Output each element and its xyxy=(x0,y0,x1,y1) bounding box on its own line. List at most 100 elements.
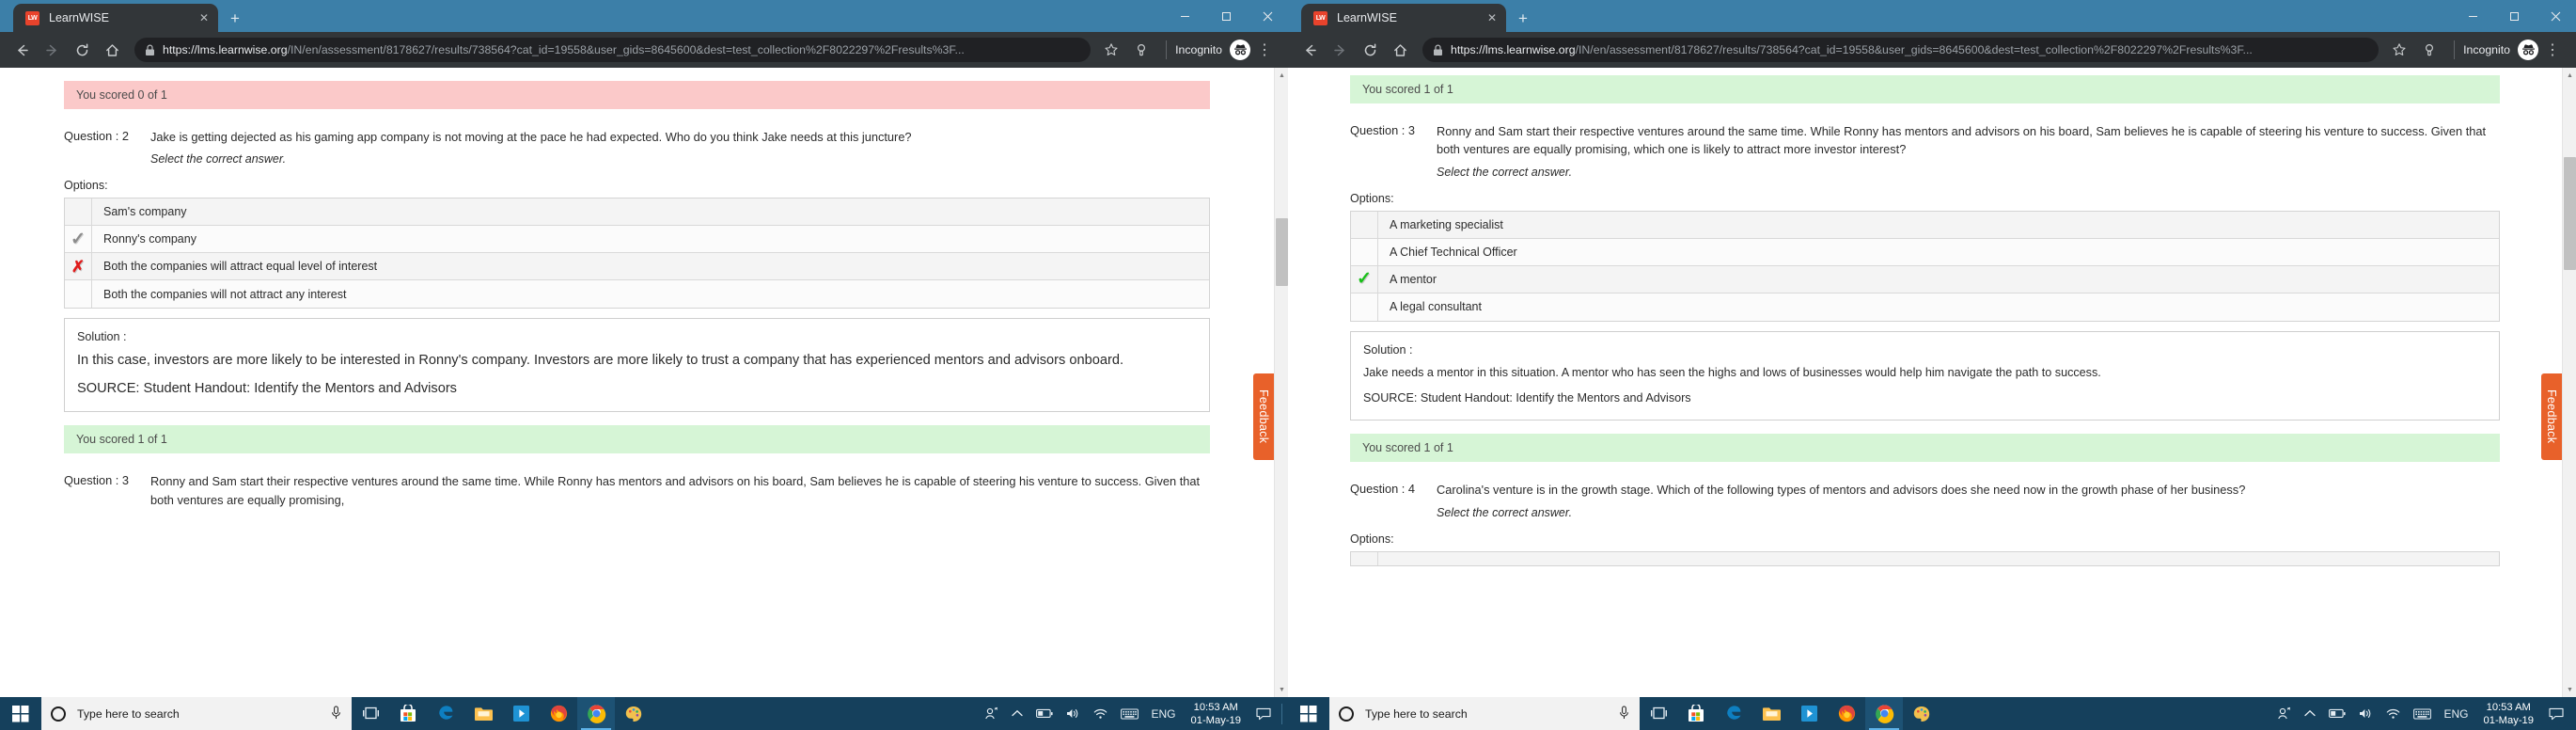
paint-icon[interactable] xyxy=(615,697,652,730)
battery-icon[interactable] xyxy=(1035,708,1053,719)
question-number-label: Question : 2 xyxy=(64,129,130,143)
people-icon[interactable] xyxy=(984,706,998,721)
forward-icon[interactable] xyxy=(38,36,66,64)
firefox-icon[interactable] xyxy=(540,697,577,730)
language-indicator[interactable]: ENG xyxy=(2444,707,2469,721)
google-chrome-icon[interactable] xyxy=(577,697,615,730)
option-row[interactable]: A marketing specialist xyxy=(1351,211,2499,239)
page-scrollbar-right[interactable]: ▲ ▼ xyxy=(2562,68,2576,697)
taskbar-clock[interactable]: 10:53 AM 01-May-19 xyxy=(2484,701,2534,727)
close-tab-icon[interactable]: ✕ xyxy=(1484,11,1500,24)
option-row[interactable] xyxy=(1351,551,2499,565)
extension-icon[interactable] xyxy=(2415,36,2443,64)
option-row[interactable]: ✓ A mentor xyxy=(1351,265,2499,294)
page-scrollbar-left[interactable]: ▲ ▼ xyxy=(1274,68,1288,697)
taskbar-search-box[interactable]: Type here to search xyxy=(41,697,352,730)
action-center-icon[interactable] xyxy=(2549,707,2564,721)
start-button[interactable] xyxy=(1288,697,1329,730)
toolbar-divider xyxy=(2454,40,2456,59)
scrollbar-thumb[interactable] xyxy=(2564,157,2576,270)
language-indicator[interactable]: ENG xyxy=(1152,707,1176,721)
option-row[interactable]: ✗ Both the companies will attract equal … xyxy=(65,253,1209,281)
home-icon[interactable] xyxy=(1386,36,1414,64)
media-player-icon[interactable] xyxy=(502,697,540,730)
feedback-tab-left[interactable]: Feedback xyxy=(1253,373,1274,460)
paint-icon[interactable] xyxy=(1903,697,1940,730)
close-tab-icon[interactable]: ✕ xyxy=(196,11,212,24)
scroll-down-arrow-icon[interactable]: ▼ xyxy=(1275,682,1288,697)
scroll-up-arrow-icon[interactable]: ▲ xyxy=(2563,68,2576,83)
incognito-icon xyxy=(2518,40,2538,60)
browser-tab-learnwise[interactable]: LW LearnWISE ✕ xyxy=(13,4,218,32)
minimize-icon[interactable] xyxy=(2452,0,2493,32)
cortana-circle-icon xyxy=(1339,706,1354,722)
browser-tab-learnwise[interactable]: LW LearnWISE ✕ xyxy=(1301,4,1506,32)
task-view-icon[interactable] xyxy=(1640,697,1677,730)
solution-text: In this case, investors are more likely … xyxy=(77,353,1123,369)
file-explorer-icon[interactable] xyxy=(1752,697,1790,730)
volume-icon[interactable] xyxy=(1066,707,1080,720)
close-window-icon[interactable] xyxy=(1247,0,1288,32)
start-button[interactable] xyxy=(0,697,41,730)
google-chrome-icon[interactable] xyxy=(1865,697,1903,730)
url-host: https://lms.learnwise.org xyxy=(1451,43,1576,56)
learnwise-favicon-icon: LW xyxy=(25,10,39,25)
close-window-icon[interactable] xyxy=(2535,0,2576,32)
microphone-icon[interactable] xyxy=(1618,706,1630,722)
people-icon[interactable] xyxy=(2277,706,2291,721)
option-row[interactable]: A Chief Technical Officer xyxy=(1351,238,2499,266)
keyboard-icon[interactable] xyxy=(1120,708,1139,720)
forward-icon[interactable] xyxy=(1326,36,1354,64)
microphone-icon[interactable] xyxy=(330,706,342,722)
show-hidden-icons-chevron-icon[interactable] xyxy=(1011,709,1023,718)
task-view-icon[interactable] xyxy=(352,697,389,730)
microsoft-store-icon[interactable] xyxy=(1677,697,1715,730)
show-hidden-icons-chevron-icon[interactable] xyxy=(2303,709,2316,718)
reload-icon[interactable] xyxy=(68,36,96,64)
wifi-icon[interactable] xyxy=(2386,707,2400,720)
scroll-down-arrow-icon[interactable]: ▼ xyxy=(2563,682,2576,697)
back-icon[interactable] xyxy=(8,36,36,64)
media-player-icon[interactable] xyxy=(1790,697,1828,730)
new-tab-button[interactable]: + xyxy=(1518,10,1528,26)
minimize-icon[interactable] xyxy=(1164,0,1205,32)
reload-icon[interactable] xyxy=(1356,36,1384,64)
firefox-icon[interactable] xyxy=(1828,697,1865,730)
address-bar-left[interactable]: https://lms.learnwise.org/IN/en/assessme… xyxy=(134,38,1092,62)
desktop: LW LearnWISE ✕ + https://lms.learnwise.o… xyxy=(0,0,2576,730)
back-icon[interactable] xyxy=(1296,36,1324,64)
option-row[interactable]: A legal consultant xyxy=(1351,293,2499,321)
scrollbar-thumb[interactable] xyxy=(1276,218,1288,286)
file-explorer-icon[interactable] xyxy=(464,697,502,730)
action-center-icon[interactable] xyxy=(1256,707,1271,721)
microsoft-store-icon[interactable] xyxy=(389,697,427,730)
battery-icon[interactable] xyxy=(2328,708,2346,719)
microsoft-edge-icon[interactable] xyxy=(1715,697,1752,730)
bookmark-star-icon[interactable] xyxy=(2385,36,2413,64)
keyboard-icon[interactable] xyxy=(2412,708,2431,720)
option-row[interactable]: ✓ Ronny's company xyxy=(65,226,1209,254)
bookmark-star-icon[interactable] xyxy=(1097,36,1125,64)
chrome-menu-icon[interactable]: ⋮ xyxy=(2538,36,2567,64)
taskbar-clock[interactable]: 10:53 AM 01-May-19 xyxy=(1191,701,1241,727)
option-row[interactable]: Both the companies will not attract any … xyxy=(65,280,1209,309)
option-row[interactable]: Sam's company xyxy=(65,198,1209,227)
wifi-icon[interactable] xyxy=(1093,707,1107,720)
home-icon[interactable] xyxy=(98,36,126,64)
extension-icon[interactable] xyxy=(1127,36,1155,64)
volume-icon[interactable] xyxy=(2359,707,2373,720)
scroll-up-arrow-icon[interactable]: ▲ xyxy=(1275,68,1288,83)
maximize-icon[interactable] xyxy=(1205,0,1247,32)
lock-icon xyxy=(1433,44,1443,56)
incognito-indicator[interactable]: Incognito xyxy=(2463,40,2538,60)
new-tab-button[interactable]: + xyxy=(230,10,240,26)
question-block-q2: Question : 2 Jake is getting dejected as… xyxy=(64,128,1210,166)
microsoft-edge-icon[interactable] xyxy=(427,697,464,730)
feedback-tab-right[interactable]: Feedback xyxy=(2541,373,2562,460)
incognito-indicator[interactable]: Incognito xyxy=(1175,40,1250,60)
maximize-icon[interactable] xyxy=(2493,0,2535,32)
question-block-q4: Question : 4 Carolina's venture is in th… xyxy=(1350,481,2500,518)
address-bar-right[interactable]: https://lms.learnwise.org/IN/en/assessme… xyxy=(1422,38,2380,62)
chrome-menu-icon[interactable]: ⋮ xyxy=(1250,36,1279,64)
taskbar-search-box[interactable]: Type here to search xyxy=(1329,697,1640,730)
